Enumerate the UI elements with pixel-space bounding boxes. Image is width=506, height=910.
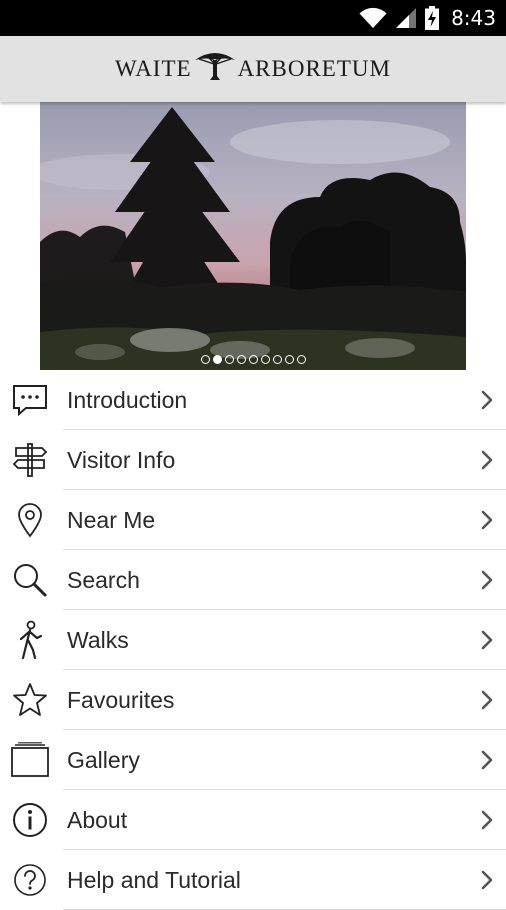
- chevron-right-icon: [480, 690, 494, 710]
- carousel-page-indicator[interactable]: [40, 355, 466, 364]
- menu-item-visitor-info[interactable]: Visitor Info: [0, 430, 506, 490]
- tree-logo-icon: [194, 53, 235, 80]
- chevron-right-icon: [480, 810, 494, 830]
- chevron-right-icon: [480, 570, 494, 590]
- menu-item-introduction[interactable]: Introduction: [0, 370, 506, 430]
- chevron-right-icon: [480, 630, 494, 650]
- status-time: 8:43: [451, 6, 496, 30]
- menu-item-search[interactable]: Search: [0, 550, 506, 610]
- menu-item-label: Walks: [67, 627, 129, 653]
- carousel-dot[interactable]: [260, 355, 270, 364]
- carousel-dot[interactable]: [248, 355, 258, 364]
- chevron-right-icon: [480, 390, 494, 410]
- gallery-icon: [10, 742, 50, 778]
- battery-charging-icon: [425, 6, 440, 30]
- menu-item-help-and-tutorial[interactable]: Help and Tutorial: [0, 850, 506, 910]
- menu-item-walks[interactable]: Walks: [0, 610, 506, 670]
- menu-item-label: Visitor Info: [67, 447, 176, 473]
- carousel-dot[interactable]: [296, 355, 306, 364]
- hero-carousel[interactable]: [40, 102, 466, 370]
- wifi-icon: [359, 7, 387, 28]
- carousel-dot[interactable]: [212, 355, 222, 364]
- signpost-icon: [10, 442, 50, 478]
- status-bar: 8:43: [0, 0, 506, 36]
- speech-bubble-icon: [10, 382, 50, 418]
- help-icon: [10, 862, 50, 898]
- menu-item-label: Introduction: [67, 387, 188, 413]
- cell-signal-icon: [396, 8, 417, 28]
- carousel-dot[interactable]: [272, 355, 282, 364]
- menu-item-favourites[interactable]: Favourites: [0, 670, 506, 730]
- menu-item-gallery[interactable]: Gallery: [0, 730, 506, 790]
- carousel-dot[interactable]: [200, 355, 210, 364]
- menu-item-about[interactable]: About: [0, 790, 506, 850]
- status-icons: 8:43: [359, 6, 496, 30]
- menu-item-label: Favourites: [67, 687, 175, 713]
- location-pin-icon: [10, 502, 50, 538]
- menu-item-label: Help and Tutorial: [67, 867, 241, 893]
- app-logo: WAITE ARBORETUM: [0, 50, 506, 82]
- main-menu: Introduction Visitor Info Near Me Search Wal…: [0, 370, 506, 910]
- info-icon: [10, 802, 50, 838]
- logo-text-left: WAITE: [115, 56, 192, 81]
- carousel-dot[interactable]: [284, 355, 294, 364]
- magnifier-icon: [10, 562, 50, 598]
- menu-item-label: About: [67, 807, 128, 833]
- arboretum-sunset-photo: [40, 102, 466, 370]
- logo-text-right: ARBORETUM: [237, 56, 391, 81]
- chevron-right-icon: [480, 870, 494, 890]
- walking-person-icon: [10, 620, 50, 660]
- app-header: WAITE ARBORETUM: [0, 36, 506, 102]
- menu-item-label: Gallery: [67, 747, 140, 773]
- carousel-dot[interactable]: [236, 355, 246, 364]
- chevron-right-icon: [480, 510, 494, 530]
- chevron-right-icon: [480, 450, 494, 470]
- menu-item-label: Near Me: [67, 507, 156, 533]
- menu-item-near-me[interactable]: Near Me: [0, 490, 506, 550]
- carousel-dot[interactable]: [224, 355, 234, 364]
- star-icon: [10, 682, 50, 718]
- chevron-right-icon: [480, 750, 494, 770]
- menu-item-label: Search: [67, 567, 140, 593]
